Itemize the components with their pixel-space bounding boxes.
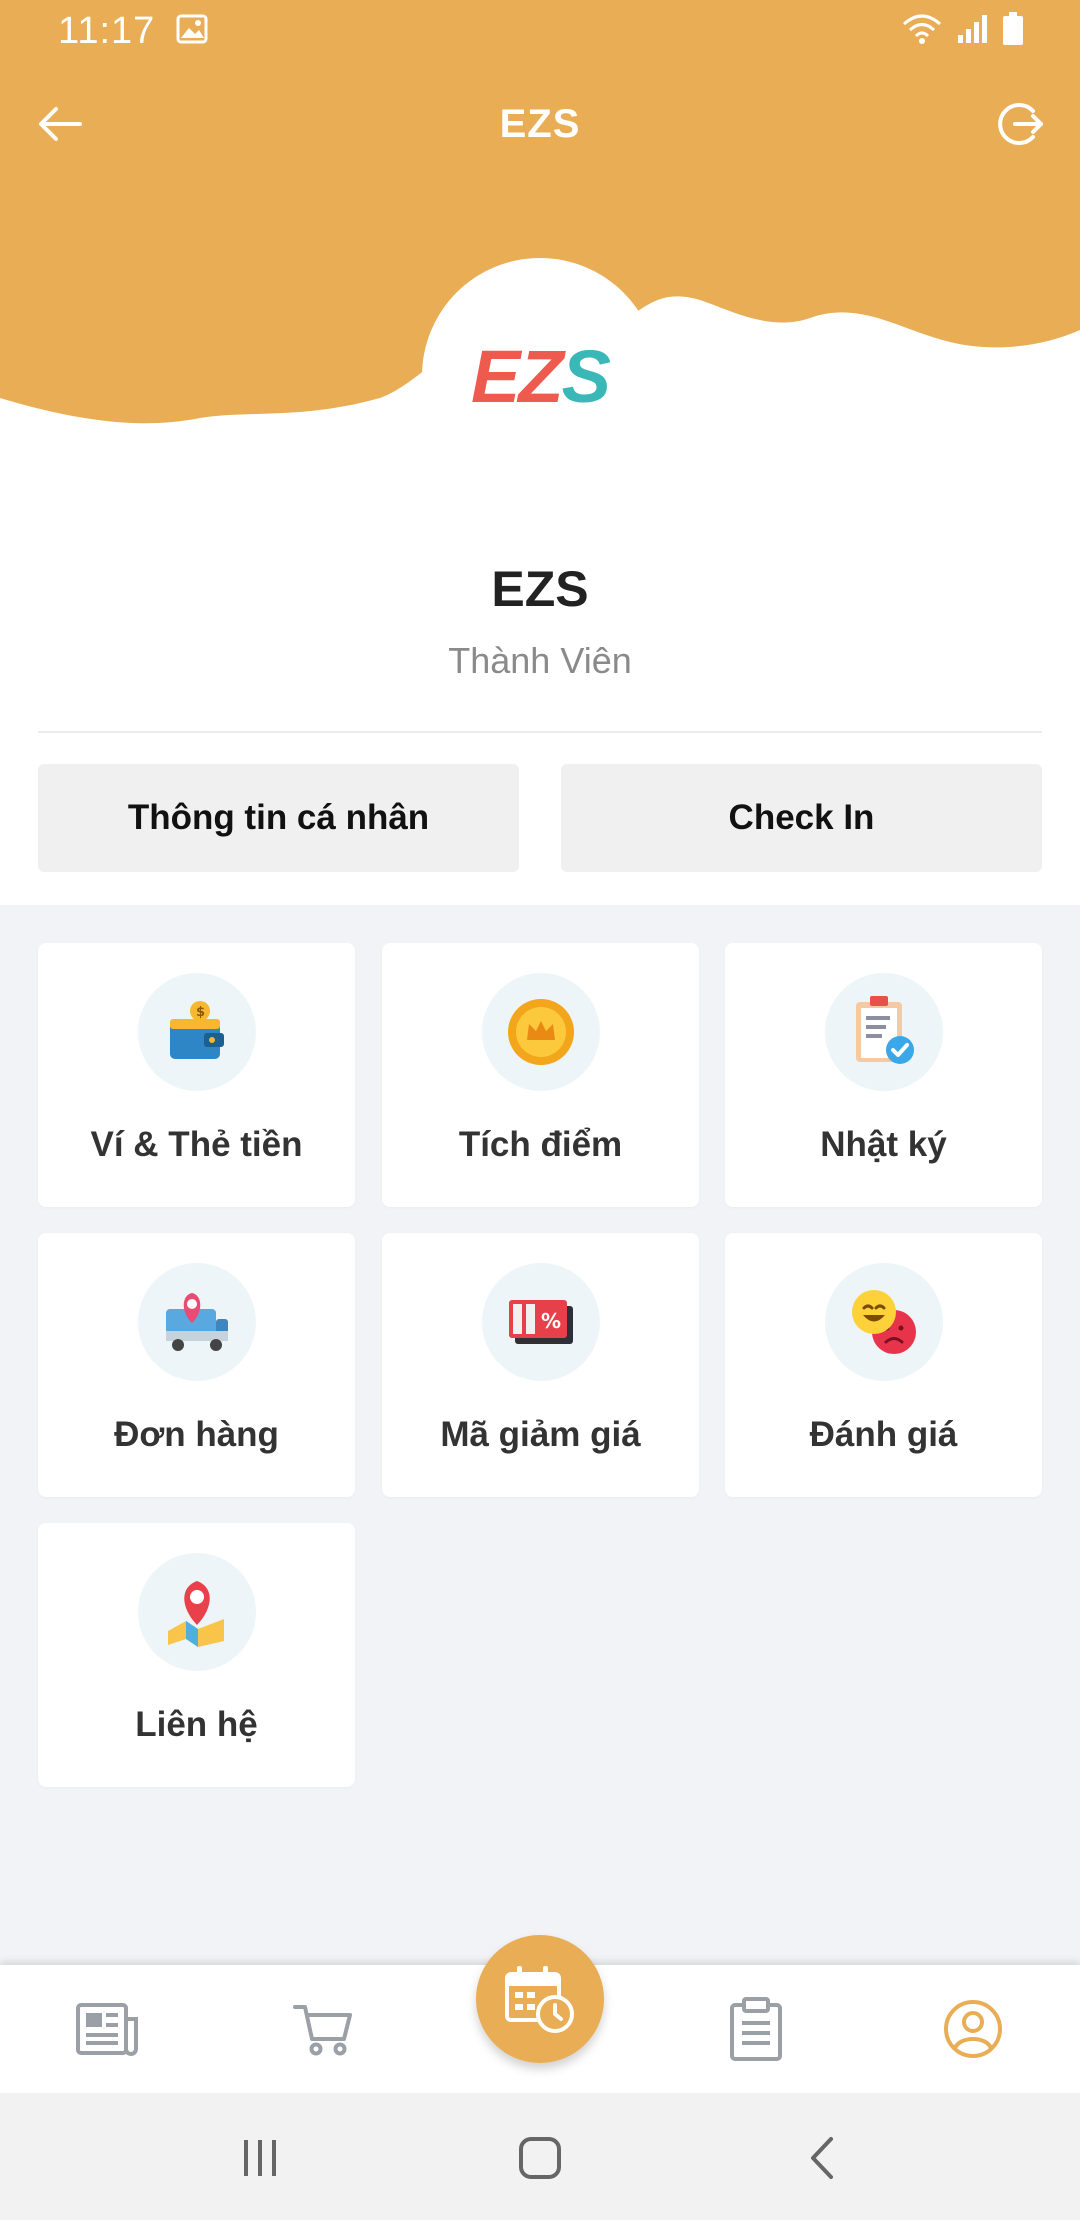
check-in-button[interactable]: Check In bbox=[561, 764, 1042, 872]
divider bbox=[38, 731, 1042, 733]
logo-part-ez: EZ bbox=[471, 335, 564, 418]
menu-card-contact[interactable]: Liên hệ bbox=[38, 1523, 355, 1787]
menu-card-label: Ví & Thẻ tiền bbox=[90, 1125, 303, 1164]
wallet-icon: $ bbox=[138, 973, 256, 1091]
nav-orders-list[interactable] bbox=[711, 1987, 801, 2071]
profile-role: Thành Viên bbox=[448, 640, 632, 681]
recent-apps-icon bbox=[244, 2140, 276, 2176]
coupon-icon: % bbox=[482, 1263, 600, 1381]
delivery-truck-icon bbox=[138, 1263, 256, 1381]
map-pin-icon bbox=[138, 1553, 256, 1671]
home-button[interactable] bbox=[500, 2123, 580, 2193]
menu-card-diary[interactable]: Nhật ký bbox=[725, 943, 1042, 1207]
menu-card-orders[interactable]: Đơn hàng bbox=[38, 1233, 355, 1497]
system-back-button[interactable] bbox=[782, 2123, 862, 2193]
crown-coin-icon bbox=[482, 973, 600, 1091]
status-bar: 11:17 bbox=[0, 0, 1080, 62]
menu-grid: $ Ví & Thẻ tiền Tích điểm Nhật ký Đơn hà… bbox=[0, 905, 1080, 1965]
chevron-left-icon bbox=[811, 2137, 833, 2179]
app-bar: EZS bbox=[0, 80, 1080, 170]
menu-card-coupons[interactable]: % Mã giảm giá bbox=[382, 1233, 699, 1497]
menu-card-label: Nhật ký bbox=[820, 1125, 947, 1164]
clipboard-list-icon bbox=[730, 1997, 782, 2061]
nav-cart[interactable] bbox=[278, 1987, 368, 2071]
recent-apps-button[interactable] bbox=[220, 2123, 300, 2193]
profile-name: EZS bbox=[491, 561, 589, 617]
menu-card-label: Mã giảm giá bbox=[440, 1415, 641, 1454]
app-title: EZS bbox=[499, 102, 581, 146]
status-time: 11:17 bbox=[58, 10, 156, 52]
cart-icon bbox=[293, 2005, 352, 2056]
brand-logo: EZS bbox=[422, 334, 658, 419]
image-icon bbox=[176, 14, 208, 49]
profile-info-button[interactable]: Thông tin cá nhân bbox=[38, 764, 519, 872]
menu-card-label: Đánh giá bbox=[809, 1415, 958, 1454]
svg-text:%: % bbox=[541, 1309, 561, 1333]
menu-card-wallet[interactable]: $ Ví & Thẻ tiền bbox=[38, 943, 355, 1207]
battery-icon bbox=[1002, 12, 1024, 51]
calendar-clock-icon bbox=[505, 1966, 574, 2033]
logo-part-s: S bbox=[561, 335, 611, 418]
user-circle-icon bbox=[944, 2000, 1002, 2058]
system-nav-bar bbox=[0, 2093, 1080, 2220]
svg-text:$: $ bbox=[196, 1005, 205, 1020]
news-icon bbox=[76, 2003, 138, 2056]
menu-card-label: Đơn hàng bbox=[114, 1415, 279, 1454]
clipboard-check-icon bbox=[825, 973, 943, 1091]
nav-booking-fab[interactable] bbox=[476, 1935, 604, 2063]
profile-section: EZS Thành Viên Thông tin cá nhân Check I… bbox=[0, 440, 1080, 905]
nav-account[interactable] bbox=[928, 1987, 1018, 2071]
menu-card-label: Tích điểm bbox=[458, 1125, 623, 1164]
wifi-icon bbox=[902, 12, 942, 51]
menu-card-label: Liên hệ bbox=[135, 1705, 258, 1744]
emoji-faces-icon bbox=[825, 1263, 943, 1381]
nav-news[interactable] bbox=[62, 1987, 152, 2071]
menu-card-rating[interactable]: Đánh giá bbox=[725, 1233, 1042, 1497]
menu-card-points[interactable]: Tích điểm bbox=[382, 943, 699, 1207]
logout-icon bbox=[998, 103, 1043, 145]
home-icon bbox=[519, 2137, 561, 2179]
header: 11:17 EZS EZS bbox=[0, 0, 1080, 494]
signal-icon bbox=[956, 13, 988, 50]
logout-button[interactable] bbox=[988, 92, 1052, 156]
